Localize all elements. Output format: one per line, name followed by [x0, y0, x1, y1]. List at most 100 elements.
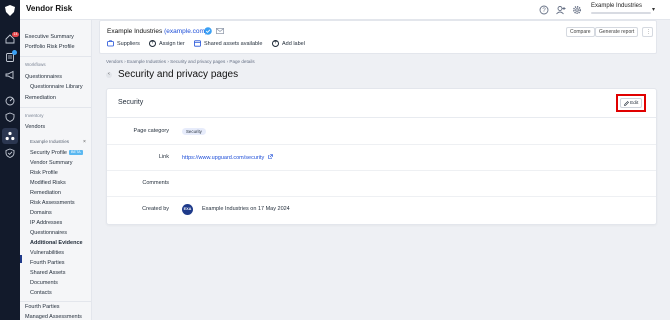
add-label-button[interactable]: + Add label: [272, 40, 305, 47]
breadcrumb-vendors[interactable]: Vendors: [106, 59, 123, 64]
plus-icon: +: [149, 40, 156, 47]
sidebar-item-vendor-remediation[interactable]: Remediation: [30, 190, 61, 196]
megaphone-icon[interactable]: [5, 70, 15, 80]
sidebar-item-shared-assets[interactable]: Shared Assets: [30, 270, 65, 276]
vendors-network-icon[interactable]: [5, 131, 15, 141]
sidebar-item-additional-evidence[interactable]: Additional Evidence: [30, 240, 83, 246]
sidebar-item-domains[interactable]: Domains: [30, 210, 52, 216]
row-divider: [107, 170, 656, 171]
radar-icon[interactable]: [5, 96, 15, 106]
sidebar: Executive Summary Portfolio Risk Profile…: [20, 20, 92, 320]
breadcrumb-separator: ›: [124, 59, 126, 64]
sidebar-item-ip-addresses[interactable]: IP Addresses: [30, 220, 62, 226]
suppliers-button[interactable]: Suppliers: [107, 40, 140, 47]
beta-badge: BETA: [69, 150, 83, 155]
page-category-label: Page category: [133, 128, 169, 134]
sidebar-item-risk-profile[interactable]: Risk Profile: [30, 170, 58, 176]
card-header: Security Edit: [107, 89, 656, 118]
sidebar-item-security-profile[interactable]: Security Profile BETA: [30, 150, 83, 156]
created-by-value: Example Industries on 17 May 2024: [202, 206, 290, 212]
breadcrumb-security-privacy[interactable]: Security and privacy pages: [170, 59, 225, 64]
page-link-url[interactable]: https://www.upguard.com/security: [182, 155, 264, 161]
breadcrumb-vendor[interactable]: Example Industries: [127, 59, 166, 64]
sidebar-item-portfolio-risk-profile[interactable]: Portfolio Risk Profile: [25, 44, 75, 50]
sidebar-item-fourth-parties-global[interactable]: Fourth Parties: [25, 304, 60, 310]
breadcrumb-page-details: Page details: [229, 59, 255, 64]
page-category-pill: Security: [182, 128, 206, 135]
sidebar-item-vendor-questionnaires[interactable]: Questionnaires: [30, 230, 67, 236]
upguard-logo[interactable]: [0, 0, 20, 20]
shared-assets-icon: [194, 40, 201, 47]
sidebar-item-contacts[interactable]: Contacts: [30, 290, 52, 296]
sidebar-item-questionnaires[interactable]: Questionnaires: [25, 74, 62, 80]
account-subtitle-placeholder: [591, 12, 651, 14]
sidebar-divider: [20, 56, 92, 57]
sidebar-section-inventory: Inventory: [25, 113, 44, 118]
security-page-card: Security Edit Page category Security Lin…: [106, 88, 657, 225]
assign-tier-button[interactable]: + Assign tier: [149, 40, 185, 47]
sidebar-section-workflows: Workflows: [25, 62, 46, 67]
help-icon[interactable]: ?: [539, 5, 549, 15]
sidebar-item-managed-assessments[interactable]: Managed Assessments: [25, 314, 82, 320]
sidebar-item-questionnaire-library[interactable]: Questionnaire Library: [30, 84, 83, 90]
user-add-icon[interactable]: [556, 5, 566, 15]
sidebar-item-vendor-summary[interactable]: Vendor Summary: [30, 160, 73, 166]
shared-assets-button[interactable]: Shared assets available: [194, 40, 262, 47]
add-label-label: Add label: [282, 40, 305, 47]
row-divider: [107, 144, 656, 145]
sidebar-vendor-group-title: Example Industries: [30, 139, 70, 144]
shield-check-icon[interactable]: [5, 148, 15, 158]
sidebar-vendor-close-icon[interactable]: ×: [83, 139, 86, 145]
account-dropdown-caret-icon[interactable]: ▾: [652, 6, 655, 13]
generate-report-button[interactable]: Generate report: [595, 27, 639, 37]
card-title: Security: [118, 99, 144, 106]
page-link[interactable]: https://www.upguard.com/security: [182, 154, 273, 161]
sidebar-item-vendors[interactable]: Vendors: [25, 124, 45, 130]
shield-logo-icon: [5, 4, 15, 16]
mail-icon[interactable]: [216, 28, 224, 34]
sidebar-divider: [20, 107, 92, 108]
breadcrumb: Vendors › Example Industries › Security …: [106, 59, 255, 64]
notification-badge: 14: [12, 32, 19, 37]
row-divider: [107, 196, 656, 197]
assign-tier-label: Assign tier: [159, 40, 185, 47]
shield-icon[interactable]: [5, 112, 15, 122]
sidebar-item-documents[interactable]: Documents: [30, 280, 58, 286]
suppliers-icon: [107, 40, 114, 47]
sidebar-item-fourth-parties[interactable]: Fourth Parties: [30, 260, 65, 266]
info-dot-badge: [12, 50, 17, 55]
vendor-domain[interactable]: (example.com): [164, 28, 207, 35]
settings-gear-icon[interactable]: [572, 5, 582, 15]
plus-icon: +: [272, 40, 279, 47]
verified-badge-icon: [204, 27, 212, 35]
avatar: EXA: [182, 204, 193, 215]
svg-text:?: ?: [542, 8, 546, 14]
page-title: Security and privacy pages: [118, 69, 239, 80]
vendor-header: Example Industries (example.com) Supplie…: [99, 20, 657, 54]
sidebar-item-remediation[interactable]: Remediation: [25, 95, 56, 101]
breadcrumb-separator: ›: [226, 59, 229, 64]
external-link-icon[interactable]: [267, 154, 273, 159]
shared-assets-label: Shared assets available: [204, 40, 263, 47]
sidebar-item-label: Security Profile: [30, 150, 67, 156]
sidebar-item-executive-summary[interactable]: Executive Summary: [25, 34, 74, 40]
back-chevron-icon[interactable]: ‹: [106, 71, 112, 78]
sidebar-active-indicator: [20, 255, 22, 263]
vendor-name: Example Industries (example.com): [107, 28, 207, 35]
more-options-button[interactable]: ⋮: [642, 27, 653, 37]
suppliers-label: Suppliers: [117, 40, 140, 47]
page-header: ‹ Security and privacy pages: [106, 69, 238, 80]
compare-button[interactable]: Compare: [566, 27, 595, 37]
sidebar-item-vulnerabilities[interactable]: Vulnerabilities: [30, 250, 64, 256]
created-by-label: Created by: [142, 206, 169, 212]
vendor-company-name: Example Industries: [107, 28, 163, 35]
breadcrumb-separator: ›: [167, 59, 169, 64]
sidebar-item-modified-risks[interactable]: Modified Risks: [30, 180, 66, 186]
icon-rail: 14: [0, 20, 20, 320]
account-name[interactable]: Example Industries: [591, 3, 642, 9]
link-label: Link: [158, 154, 169, 160]
sidebar-item-risk-assessments[interactable]: Risk Assessments: [30, 200, 75, 206]
comments-label: Comments: [142, 180, 169, 186]
app-title: Vendor Risk: [26, 4, 73, 13]
top-bar: Vendor Risk ? Example Industries ▾: [0, 0, 670, 20]
